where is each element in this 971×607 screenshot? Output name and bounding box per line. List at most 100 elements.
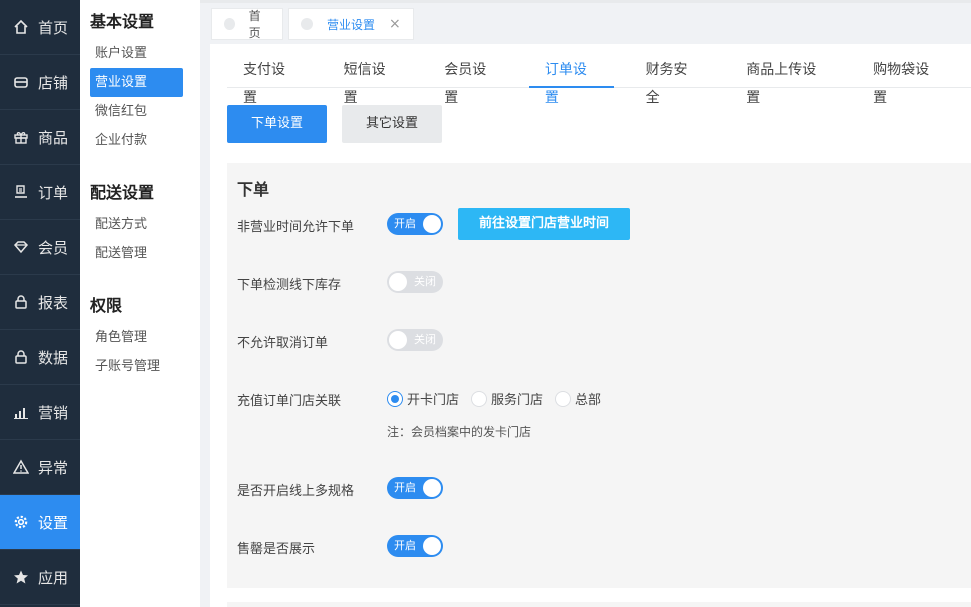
order-settings-button[interactable]: 下单设置 [227, 105, 327, 143]
gift-icon [12, 128, 30, 146]
nav-label: 营销 [38, 403, 69, 422]
radio-circle [471, 390, 487, 407]
order-icon [12, 183, 30, 201]
page-tab-label: 首页 [248, 9, 261, 40]
page-tabs-bar: 首页 营业设置 × [200, 0, 971, 40]
tab-dot-icon [301, 18, 313, 30]
sold-out-toggle[interactable]: 开启 [387, 535, 443, 557]
toggle-knob [423, 479, 441, 497]
toggle-state-text: 开启 [394, 539, 416, 552]
nav-item-goods[interactable]: 商品 [0, 110, 80, 165]
nav-item-member[interactable]: 会员 [0, 220, 80, 275]
non-business-order-toggle[interactable]: 开启 [387, 213, 443, 235]
nav-label: 应用 [38, 568, 69, 587]
nav-item-store[interactable]: 店铺 [0, 55, 80, 110]
toggle-state-text: 开启 [394, 481, 416, 494]
toggle-state-text: 开启 [394, 217, 416, 230]
nav-item-home[interactable]: 首页 [0, 0, 80, 55]
non-business-order-label: 非营业时间允许下单 [237, 220, 355, 235]
tab-product-upload[interactable]: 商品上传设置 [730, 56, 841, 106]
nav-item-apps[interactable]: 应用 [0, 550, 80, 605]
order-section: 下单 非营业时间允许下单 开启 前往设置门店营业时间 下单检测线下库存 关闭 不… [227, 163, 971, 588]
tab-finance-security[interactable]: 财务安全 [630, 56, 715, 106]
cancel-order-toggle[interactable]: 关闭 [387, 329, 443, 351]
bar-chart-icon [12, 403, 30, 421]
tab-order[interactable]: 订单设置 [528, 56, 614, 106]
submenu-item-wechat-redpacket[interactable]: 微信红包 [90, 97, 183, 126]
star-icon [12, 568, 30, 586]
setting-tabs: 支付设置 短信设置 会员设置 订单设置 财务安全 商品上传设置 购物袋设置 [227, 56, 971, 106]
main-panel: 支付设置 短信设置 会员设置 订单设置 财务安全 商品上传设置 购物袋设置 下单… [210, 44, 971, 607]
lock-icon [12, 293, 30, 311]
radio-label: 开卡门店 [407, 393, 460, 408]
nav-label: 订单 [38, 183, 69, 202]
nav-label: 数据 [38, 348, 69, 367]
main-nav: 首页 店铺 商品 订单 会员 报表 数据 营销 异常 设置 应用 [0, 0, 80, 607]
radio-card-store[interactable]: 开卡门店 [387, 389, 459, 408]
radio-label: 服务门店 [491, 393, 544, 408]
tab-shopping-bag[interactable]: 购物袋设置 [857, 56, 955, 106]
cancel-order-label: 不允许取消订单 [237, 336, 329, 351]
submenu-group-permission: 权限 角色管理 子账号管理 [90, 294, 200, 381]
tab-payment[interactable]: 支付设置 [227, 56, 312, 106]
gear-icon [12, 513, 30, 531]
submenu-item-enterprise-payment[interactable]: 企业付款 [90, 126, 183, 155]
nav-item-order[interactable]: 订单 [0, 165, 80, 220]
submenu-group-title: 基本设置 [90, 12, 155, 31]
close-icon[interactable]: × [389, 16, 401, 32]
toggle-knob [389, 331, 407, 349]
tab-member[interactable]: 会员设置 [428, 56, 513, 106]
submenu-item-delivery-method[interactable]: 配送方式 [90, 210, 183, 239]
toggle-state-text: 关闭 [414, 275, 436, 288]
store-icon [12, 73, 30, 91]
nav-label: 商品 [38, 128, 69, 147]
next-section-edge [227, 602, 971, 607]
submenu-item-role-manage[interactable]: 角色管理 [90, 323, 183, 352]
nav-label: 首页 [38, 18, 69, 37]
radio-label: 总部 [575, 393, 602, 408]
submenu-item-subaccount-manage[interactable]: 子账号管理 [90, 352, 183, 381]
submenu-item-account[interactable]: 账户设置 [90, 39, 183, 68]
goto-business-hours-button[interactable]: 前往设置门店营业时间 [458, 208, 630, 240]
tab-sms[interactable]: 短信设置 [328, 56, 413, 106]
warning-icon [12, 458, 30, 476]
nav-item-settings[interactable]: 设置 [0, 495, 80, 550]
home-icon [12, 18, 30, 36]
nav-item-exception[interactable]: 异常 [0, 440, 80, 495]
submenu-group-title: 权限 [90, 296, 123, 315]
page-tab-business-settings[interactable]: 营业设置 × [288, 8, 414, 40]
page-tab-label: 营业设置 [327, 17, 376, 32]
nav-label: 店铺 [38, 73, 69, 92]
nav-label: 设置 [38, 513, 69, 532]
nav-item-marketing[interactable]: 营销 [0, 385, 80, 440]
toggle-knob [389, 273, 407, 291]
radio-circle [387, 390, 403, 407]
submenu-item-business[interactable]: 营业设置 [90, 68, 183, 97]
stock-check-toggle[interactable]: 关闭 [387, 271, 443, 293]
toggle-knob [423, 215, 441, 233]
radio-headquarters[interactable]: 总部 [555, 389, 601, 408]
toggle-state-text: 关闭 [414, 333, 436, 346]
sold-out-label: 售罄是否展示 [237, 542, 316, 557]
radio-service-store[interactable]: 服务门店 [471, 389, 543, 408]
submenu-group-title: 配送设置 [90, 183, 155, 202]
lock-icon [12, 348, 30, 366]
diamond-icon [12, 238, 30, 256]
submenu-item-delivery-manage[interactable]: 配送管理 [90, 239, 183, 268]
toggle-knob [423, 537, 441, 555]
other-settings-button[interactable]: 其它设置 [342, 105, 442, 143]
recharge-store-label: 充值订单门店关联 [237, 394, 342, 409]
radio-circle [555, 390, 571, 407]
submenu-group-delivery: 配送设置 配送方式 配送管理 [90, 181, 200, 268]
multi-spec-label: 是否开启线上多规格 [237, 484, 355, 499]
submenu-group-basic: 基本设置 账户设置 营业设置 微信红包 企业付款 [90, 10, 200, 155]
nav-item-report[interactable]: 报表 [0, 275, 80, 330]
section-title: 下单 [237, 180, 270, 199]
page-tab-home[interactable]: 首页 [211, 8, 283, 40]
nav-item-data[interactable]: 数据 [0, 330, 80, 385]
tab-dot-icon [224, 18, 235, 30]
multi-spec-toggle[interactable]: 开启 [387, 477, 443, 499]
stock-check-label: 下单检测线下库存 [237, 278, 342, 293]
settings-submenu: 基本设置 账户设置 营业设置 微信红包 企业付款 配送设置 配送方式 配送管理 … [80, 0, 200, 607]
recharge-store-note: 注：会员档案中的发卡门店 [387, 425, 532, 439]
